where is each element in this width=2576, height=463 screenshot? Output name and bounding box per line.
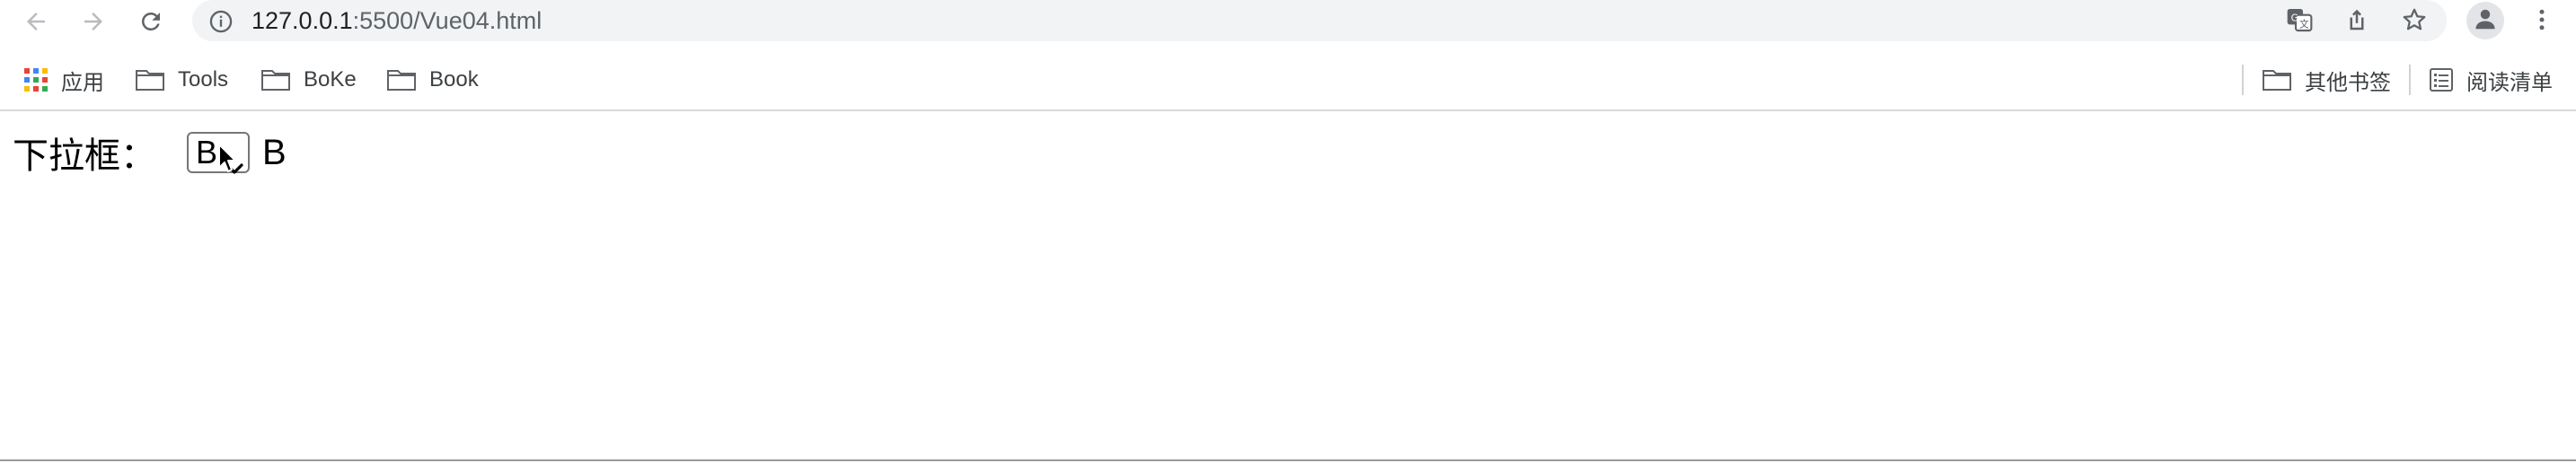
folder-icon	[260, 67, 291, 92]
url-host: 127.0.0.1	[251, 7, 353, 34]
reload-icon	[137, 8, 164, 35]
bookmark-folder-book[interactable]: Book	[386, 59, 479, 100]
selected-value-text: B	[262, 132, 287, 172]
bookmark-folder-tools[interactable]: Tools	[135, 59, 228, 100]
bookmark-folder-label: Tools	[178, 67, 229, 92]
bookmark-folder-label: Book	[429, 67, 479, 92]
dropdown-row: 下拉框： B B	[13, 127, 287, 178]
profile-button[interactable]	[2466, 2, 2504, 39]
share-icon	[2343, 6, 2370, 38]
mouse-cursor-icon	[217, 143, 237, 181]
reading-list-button[interactable]: 阅读清单	[2429, 59, 2553, 100]
url-path: :5500/Vue04.html	[352, 7, 543, 34]
apps-grid-icon	[23, 67, 49, 92]
window-bottom-border	[0, 459, 2576, 461]
dropdown-label: 下拉框：	[13, 136, 156, 176]
folder-icon	[135, 67, 165, 92]
url-text[interactable]: 127.0.0.1:5500/Vue04.html	[251, 0, 542, 41]
back-arrow-icon	[22, 8, 49, 35]
reading-list-icon	[2429, 67, 2454, 92]
folder-icon	[2262, 67, 2292, 92]
info-icon[interactable]	[208, 9, 234, 34]
forward-button[interactable]	[75, 4, 111, 39]
translate-icon: G文	[2285, 5, 2314, 39]
address-bar[interactable]: 127.0.0.1:5500/Vue04.html	[192, 0, 2447, 41]
bookmarks-bar: 应用 Tools BoKe Book 其他书签 阅读清单	[0, 59, 2576, 100]
bookmark-apps-label: 应用	[61, 70, 104, 95]
back-button[interactable]	[18, 4, 54, 39]
bookmark-star-button[interactable]	[2396, 4, 2432, 39]
browser-toolbar: 127.0.0.1:5500/Vue04.html G文	[0, 0, 2576, 41]
bookmark-apps[interactable]: 应用	[23, 59, 104, 100]
bookmark-other-label: 其他书签	[2305, 70, 2391, 95]
share-button[interactable]	[2339, 4, 2375, 39]
bookmarks-divider	[2409, 65, 2411, 95]
star-icon	[2401, 6, 2428, 38]
forward-arrow-icon	[80, 8, 107, 35]
translate-button[interactable]: G文	[2281, 4, 2317, 39]
dropdown-selected-option: B	[196, 134, 218, 170]
svg-text:文: 文	[2299, 18, 2309, 30]
folder-icon	[386, 67, 417, 92]
profile-icon	[2472, 5, 2499, 37]
reading-list-label: 阅读清单	[2466, 70, 2553, 95]
dropdown-select[interactable]: B	[187, 132, 250, 174]
kebab-menu-icon	[2528, 6, 2555, 38]
bookmark-folder-label: BoKe	[304, 67, 357, 92]
page-content: 下拉框： B B	[0, 111, 2576, 461]
bookmark-folder-boke[interactable]: BoKe	[260, 59, 357, 100]
reload-button[interactable]	[133, 4, 169, 39]
bookmarks-divider	[2242, 65, 2244, 95]
bookmark-other-folder[interactable]: 其他书签	[2262, 59, 2391, 100]
svg-text:G: G	[2291, 12, 2298, 23]
chrome-menu-button[interactable]	[2524, 4, 2560, 39]
